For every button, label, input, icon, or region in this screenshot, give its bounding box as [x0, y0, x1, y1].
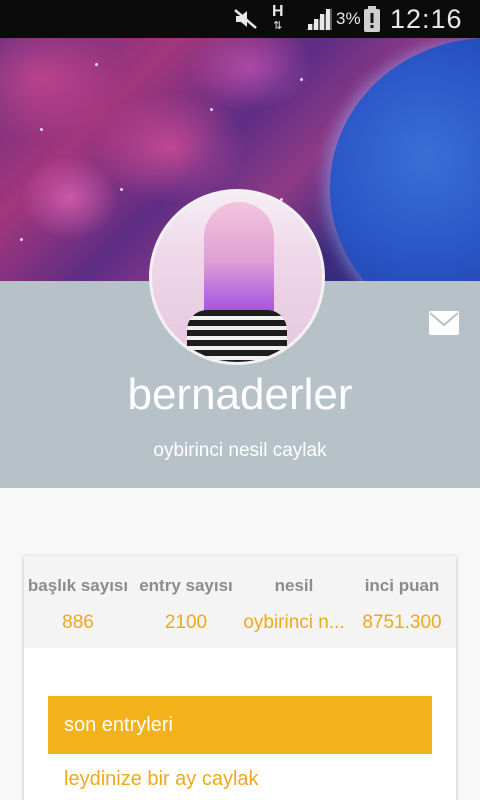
mute-icon	[232, 0, 260, 38]
clock: 12:16	[390, 3, 463, 34]
username: bernaderler	[127, 370, 353, 419]
stat-value: 886	[62, 612, 94, 633]
battery-percent: 3%	[336, 9, 361, 28]
planet-graphic	[330, 38, 480, 281]
stats-row: başlık sayısı 886 entry sayısı 2100 nesi…	[24, 556, 456, 648]
stat-label: başlık sayısı	[27, 576, 129, 595]
stats-card: başlık sayısı 886 entry sayısı 2100 nesi…	[24, 556, 456, 800]
avatar[interactable]	[149, 189, 325, 365]
recent-entries-header[interactable]: son entryleri	[48, 696, 432, 754]
network-type-label: H	[272, 3, 284, 20]
network-arrows-icon: ⇅	[273, 20, 283, 32]
mail-icon[interactable]	[428, 310, 460, 336]
stat-label: entry sayısı	[139, 576, 233, 595]
stat-generation[interactable]: nesil oybirinci n...	[240, 556, 348, 648]
status-bar: H ⇅ 3% 12:16	[0, 0, 480, 38]
list-item[interactable]: leydinize bir ay caylak	[48, 754, 432, 800]
stat-label: nesil	[274, 576, 314, 595]
stat-entry-count[interactable]: entry sayısı 2100	[132, 556, 240, 648]
stat-value: 2100	[164, 612, 208, 633]
stat-value: 8751.300	[362, 612, 442, 633]
signal-icon	[304, 0, 334, 38]
stat-label: inci puan	[364, 576, 440, 595]
stat-topic-count[interactable]: başlık sayısı 886	[24, 556, 132, 648]
generation-title: oybirinci nesil caylak	[153, 440, 327, 461]
network-indicator: H ⇅	[272, 0, 284, 38]
stat-karma-points[interactable]: inci puan 8751.300	[348, 556, 456, 648]
stat-value: oybirinci n...	[243, 612, 345, 633]
battery-alert-icon	[362, 0, 382, 38]
